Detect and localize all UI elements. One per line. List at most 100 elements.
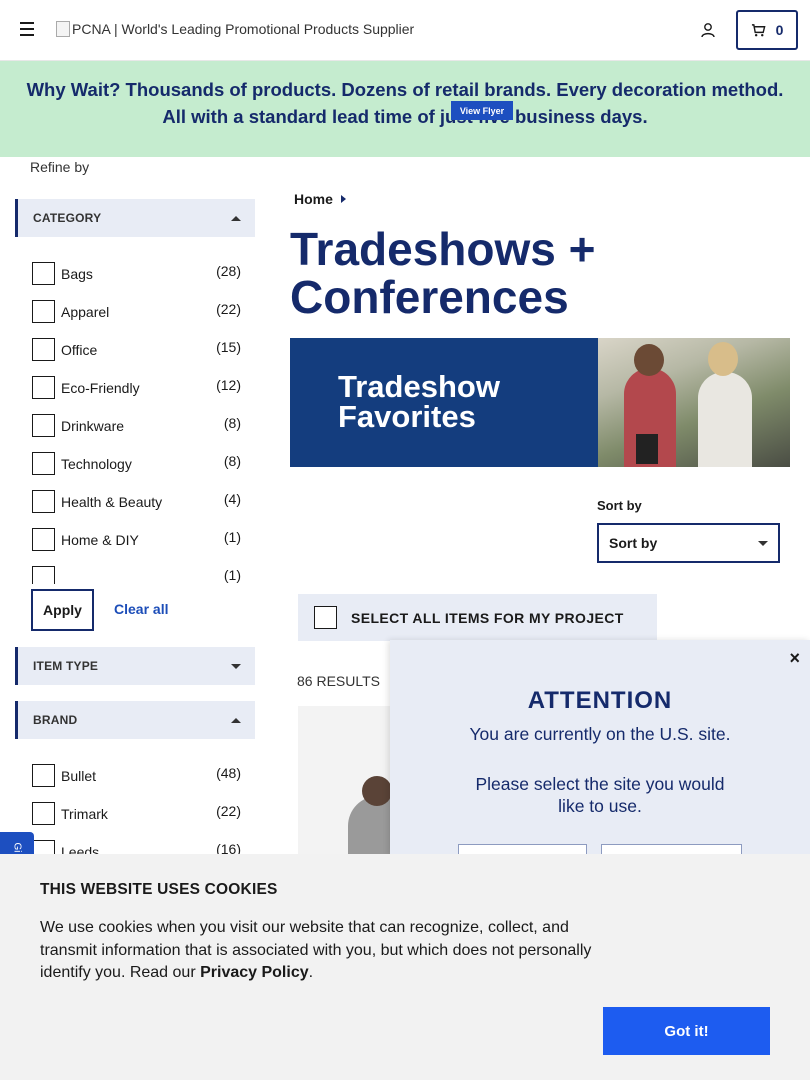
facet-checkbox[interactable] bbox=[32, 566, 55, 584]
view-flyer-button[interactable]: View Flyer bbox=[451, 101, 513, 120]
select-all-label: SELECT ALL ITEMS FOR MY PROJECT bbox=[351, 609, 624, 626]
facet-label: Technology bbox=[61, 456, 132, 472]
breadcrumb-home[interactable]: Home bbox=[294, 191, 333, 207]
privacy-policy-link[interactable]: Privacy Policy bbox=[200, 964, 309, 981]
results-count: 86 RESULTS bbox=[297, 673, 380, 689]
cookie-banner: THIS WEBSITE USES COOKIES We use cookies… bbox=[0, 854, 810, 1080]
apply-button[interactable]: Apply bbox=[31, 589, 94, 631]
facet-label: Bags bbox=[61, 266, 93, 282]
facet-count: (28) bbox=[216, 263, 241, 279]
facet-option[interactable]: Apparel (22) bbox=[15, 294, 255, 332]
cookie-body: We use cookies when you visit our websit… bbox=[40, 917, 620, 985]
facet-checkbox[interactable] bbox=[32, 300, 55, 323]
facet-checkbox[interactable] bbox=[32, 764, 55, 787]
page-title: Tradeshows + Conferences bbox=[290, 223, 596, 323]
banner-headline-line2: Favorites bbox=[338, 399, 476, 434]
cart-button[interactable]: 0 bbox=[736, 10, 798, 50]
facet-count: (12) bbox=[216, 377, 241, 393]
sort-by-label: Sort by bbox=[597, 498, 642, 513]
cookie-text: We use cookies when you visit our websit… bbox=[40, 919, 592, 981]
side-tab-label: Gi bbox=[11, 842, 23, 853]
chevron-down-icon bbox=[231, 663, 241, 669]
facet-checkbox[interactable] bbox=[32, 414, 55, 437]
facet-option[interactable]: Technology (8) bbox=[15, 446, 255, 484]
clear-all-link[interactable]: Clear all bbox=[114, 601, 168, 617]
facet-label: Eco-Friendly bbox=[61, 380, 140, 396]
facet-option[interactable]: (1) bbox=[15, 560, 255, 584]
item-type-facet-title: ITEM TYPE bbox=[33, 659, 99, 673]
facet-checkbox[interactable] bbox=[32, 376, 55, 399]
chevron-up-icon bbox=[231, 215, 241, 221]
facet-count: (1) bbox=[223, 529, 241, 545]
facet-option[interactable]: Home & DIY (1) bbox=[15, 522, 255, 560]
facet-option[interactable]: Drinkware (8) bbox=[15, 408, 255, 446]
broken-image-icon bbox=[56, 21, 70, 37]
facet-count: (15) bbox=[216, 339, 241, 355]
category-facet-title: CATEGORY bbox=[33, 211, 102, 225]
facet-checkbox[interactable] bbox=[32, 802, 55, 825]
close-icon[interactable]: × bbox=[789, 648, 800, 669]
site-logo[interactable]: PCNA | World's Leading Promotional Produ… bbox=[56, 21, 414, 37]
chevron-down-icon bbox=[758, 540, 768, 546]
product-image-head bbox=[362, 776, 392, 806]
brand-facet-header[interactable]: BRAND bbox=[15, 701, 255, 739]
cookie-title: THIS WEBSITE USES COOKIES bbox=[40, 881, 278, 898]
facet-checkbox[interactable] bbox=[32, 490, 55, 513]
sort-select-value: Sort by bbox=[609, 535, 658, 551]
facet-label: Leeds bbox=[61, 844, 100, 854]
facet-option[interactable]: Health & Beauty (4) bbox=[15, 484, 255, 522]
refine-by-label: Refine by bbox=[30, 159, 90, 175]
banner-headline: Tradeshow Favorites bbox=[338, 369, 500, 434]
facet-label: Drinkware bbox=[61, 418, 125, 434]
facet-label: Apparel bbox=[61, 304, 110, 320]
facet-count: (4) bbox=[223, 491, 241, 507]
got-it-button[interactable]: Got it! bbox=[603, 1007, 770, 1055]
cart-icon bbox=[751, 23, 766, 36]
brand-facet-title: BRAND bbox=[33, 713, 78, 727]
site-header: PCNA | World's Leading Promotional Produ… bbox=[0, 0, 810, 61]
logo-alt-text: PCNA | World's Leading Promotional Produ… bbox=[72, 21, 415, 37]
item-type-facet-header[interactable]: ITEM TYPE bbox=[15, 647, 255, 685]
facet-checkbox[interactable] bbox=[32, 338, 55, 361]
banner-headline-line1: Tradeshow bbox=[338, 369, 500, 404]
facet-count: (22) bbox=[216, 301, 241, 317]
hamburger-icon[interactable] bbox=[20, 22, 36, 38]
facet-count: (48) bbox=[216, 765, 241, 781]
category-facet-list: Bags (28) Apparel (22) Office (15) Eco-F… bbox=[15, 256, 255, 584]
chevron-up-icon bbox=[231, 717, 241, 723]
promo-banner: Why Wait? Thousands of products. Dozens … bbox=[0, 61, 810, 157]
modal-instruction: Please select the site you would like to… bbox=[475, 774, 725, 816]
site-select-modal: × ATTENTION You are currently on the U.S… bbox=[390, 640, 810, 864]
sort-select[interactable]: Sort by bbox=[597, 523, 780, 563]
facet-label: Home & DIY bbox=[61, 532, 139, 548]
facet-checkbox[interactable] bbox=[32, 528, 55, 551]
category-facet-header[interactable]: CATEGORY bbox=[15, 199, 255, 237]
facet-checkbox[interactable] bbox=[32, 452, 55, 475]
facet-count: (1) bbox=[223, 567, 241, 583]
cart-count: 0 bbox=[775, 22, 784, 38]
caret-right-icon bbox=[340, 195, 346, 203]
brand-facet-list: Bullet (48) Trimark (22) Leeds (16) bbox=[15, 758, 255, 854]
facet-option[interactable]: Trimark (22) bbox=[15, 796, 255, 834]
facet-option[interactable]: Leeds (16) bbox=[15, 834, 255, 854]
user-icon[interactable] bbox=[700, 22, 716, 38]
facet-option[interactable]: Bullet (48) bbox=[15, 758, 255, 796]
banner-photo bbox=[598, 338, 790, 467]
facet-label: Office bbox=[61, 342, 98, 358]
modal-title: ATTENTION bbox=[527, 687, 673, 714]
page: PCNA | World's Leading Promotional Produ… bbox=[0, 0, 810, 1080]
facet-count: (8) bbox=[223, 415, 241, 431]
facet-checkbox[interactable] bbox=[32, 840, 55, 854]
facet-label: Trimark bbox=[61, 806, 108, 822]
breadcrumb: Home bbox=[294, 191, 346, 207]
select-all-items[interactable]: SELECT ALL ITEMS FOR MY PROJECT bbox=[298, 594, 657, 641]
facet-option[interactable]: Bags (28) bbox=[15, 256, 255, 294]
promo-text: Why Wait? Thousands of products. Dozens … bbox=[26, 79, 784, 127]
select-all-checkbox[interactable] bbox=[314, 606, 337, 629]
facet-label: Health & Beauty bbox=[61, 494, 163, 510]
modal-message: You are currently on the U.S. site. bbox=[469, 724, 731, 744]
facet-option[interactable]: Office (15) bbox=[15, 332, 255, 370]
facet-option[interactable]: Eco-Friendly (12) bbox=[15, 370, 255, 408]
facet-checkbox[interactable] bbox=[32, 262, 55, 285]
tradeshow-banner[interactable]: Tradeshow Favorites bbox=[290, 338, 790, 467]
